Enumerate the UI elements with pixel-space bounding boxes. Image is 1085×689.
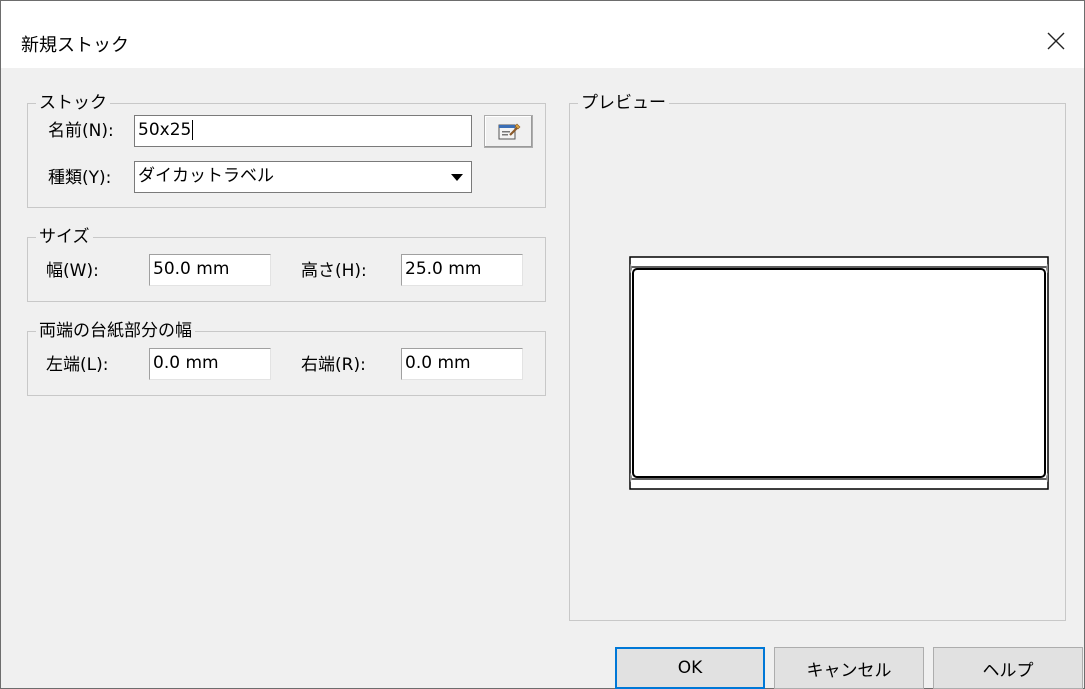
type-select[interactable]: ダイカットラベル (134, 161, 472, 193)
title-bar: 新規ストック (1, 1, 1084, 68)
properties-icon (498, 123, 520, 139)
height-input[interactable]: 25.0 mm (401, 254, 523, 286)
dialog-title: 新規ストック (21, 35, 129, 56)
right-margin-label: 右端(R): (301, 355, 366, 375)
type-label: 種類(Y): (48, 168, 112, 188)
label-shape (632, 268, 1046, 478)
cancel-button[interactable]: キャンセル (774, 647, 924, 689)
label-preview (629, 256, 1049, 490)
preview-group-label: プレビュー (578, 92, 669, 114)
size-group-label: サイズ (36, 226, 93, 248)
right-margin-input[interactable]: 0.0 mm (401, 348, 523, 380)
new-stock-dialog: 新規ストック ストック 名前(N): 50x25 種類(Y): ダイカットラベル (0, 0, 1085, 689)
liner-margin-group-label: 両端の台紙部分の幅 (36, 320, 195, 342)
left-margin-label: 左端(L): (46, 355, 109, 375)
name-input[interactable]: 50x25 (134, 115, 472, 147)
width-label: 幅(W): (46, 261, 99, 281)
ok-button[interactable]: OK (615, 647, 765, 689)
help-button[interactable]: ヘルプ (933, 647, 1083, 689)
left-margin-input[interactable]: 0.0 mm (149, 348, 271, 380)
close-button[interactable] (1038, 23, 1074, 59)
stock-group-label: ストック (36, 92, 110, 114)
type-dropdown-button[interactable] (445, 164, 469, 190)
properties-button[interactable] (484, 115, 533, 148)
name-label: 名前(N): (48, 121, 114, 141)
width-input[interactable]: 50.0 mm (149, 254, 271, 286)
chevron-down-icon (451, 173, 463, 181)
height-label: 高さ(H): (301, 261, 367, 281)
close-icon (1047, 32, 1065, 50)
